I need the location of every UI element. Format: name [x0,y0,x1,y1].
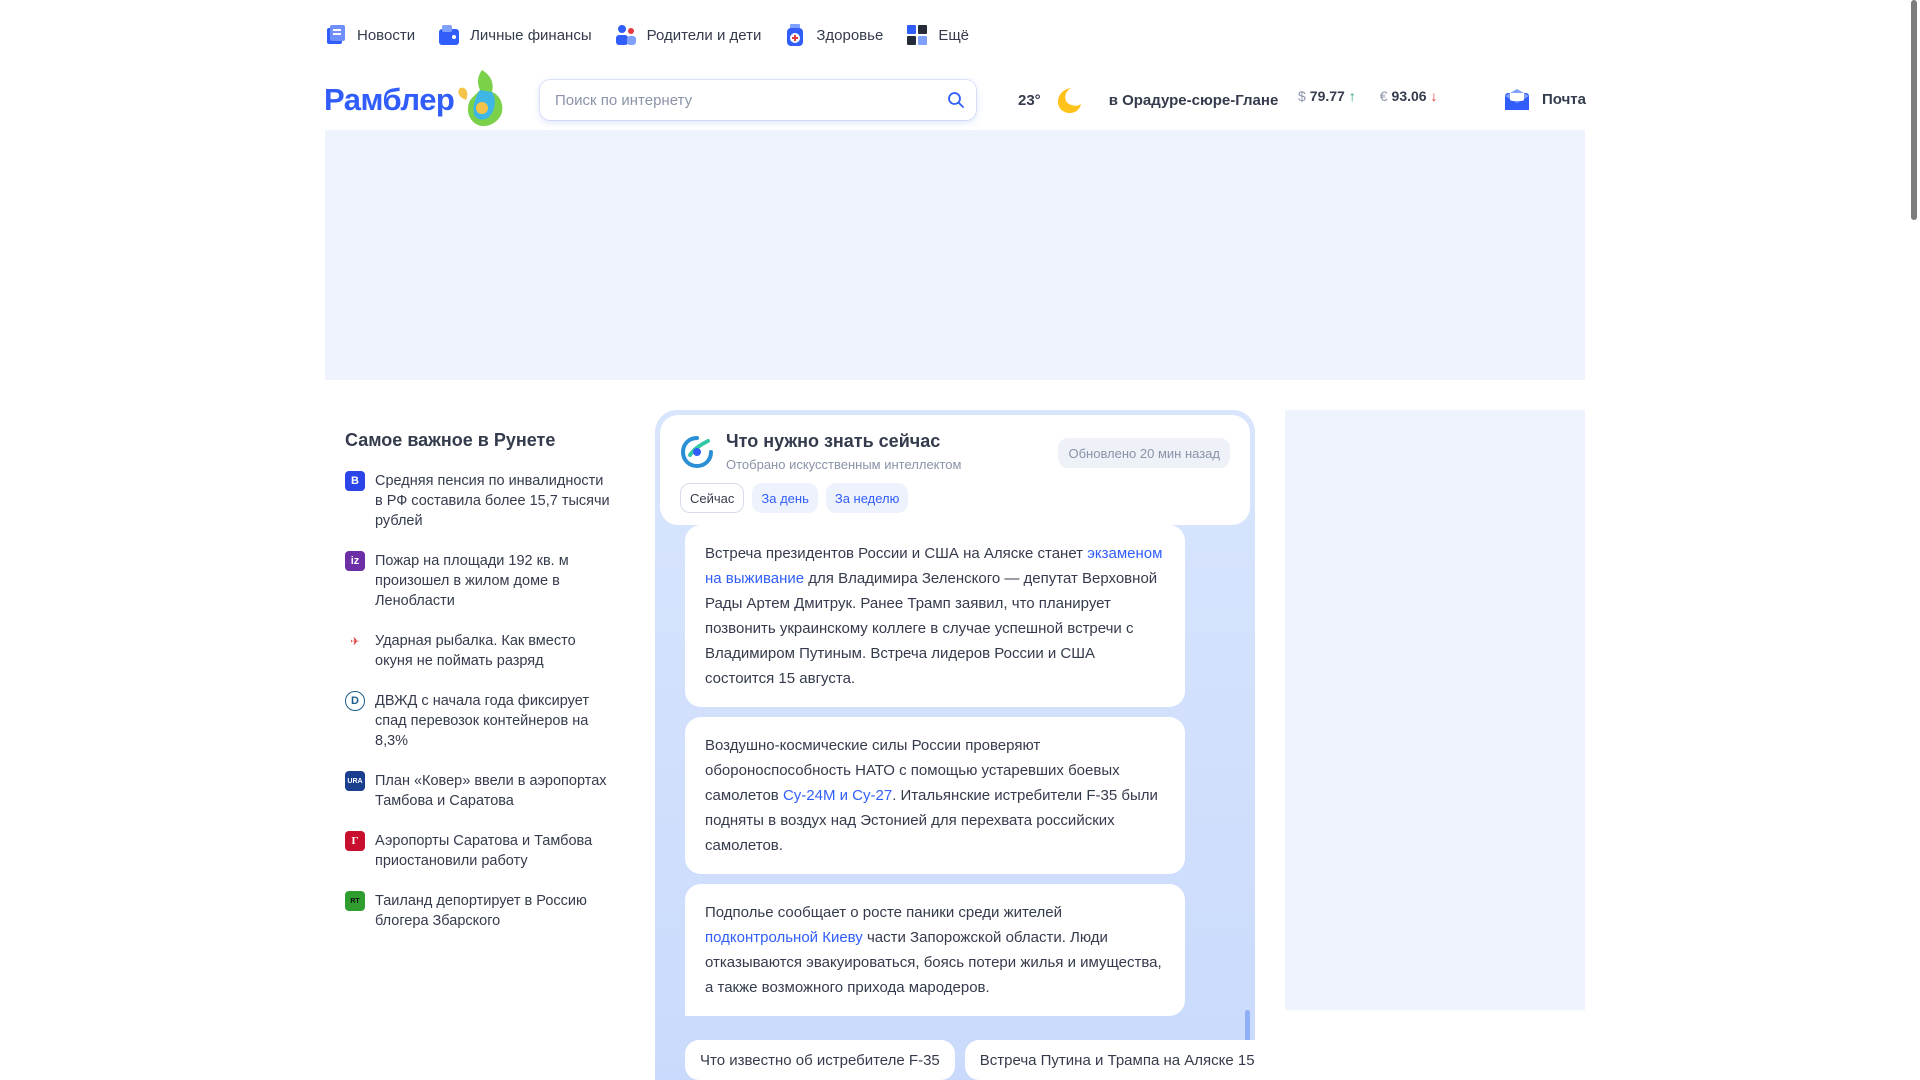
suggestion-chip[interactable]: Встреча Путина и Трампа на Аляске 15 а [964,1040,1255,1080]
arrow-up-icon: ↑ [1348,88,1356,104]
message-link[interactable]: подконтрольной Киеву [705,929,863,946]
suggestion-chips: Что известно об истребителе F-35 Встреча… [685,1040,1255,1080]
currency-rates[interactable]: $79.77 ↑ €93.06 ↓ [1298,88,1437,104]
tab-week[interactable]: За неделю [825,483,909,513]
widget-subtitle: Отобрано искусственным интеллектом [726,457,962,472]
health-icon [783,23,807,47]
logo-mascot-icon [458,70,503,127]
list-item[interactable]: URA План «Ковер» ввели в аэропортах Тамб… [345,771,615,811]
period-tabs: Сейчас За день За неделю [680,483,909,513]
nav-item-label: Ещё [938,26,970,44]
nav-item-label: Родители и дети [646,26,762,44]
tab-day[interactable]: За день [752,483,818,513]
ad-banner-right[interactable] [1285,410,1585,1010]
news-text: Пожар на площади 192 кв. м произошел в ж… [375,553,569,609]
search-box [540,80,976,120]
rate-eur: €93.06 ↓ [1379,88,1438,104]
important-news-section: Самое важное в Рунете В Средняя пенсия п… [345,430,615,951]
news-text: ДВЖД с начала года фиксирует спад перево… [375,693,589,749]
list-item[interactable]: В Средняя пенсия по инвалидности в РФ со… [345,471,615,531]
ad-banner-top[interactable] [325,130,1585,380]
message-text: Подполье сообщает о росте паники среди ж… [705,904,1062,921]
arrow-down-icon: ↓ [1430,88,1438,104]
nav-item-finance[interactable]: Личные финансы [437,23,592,47]
source-logo-icon: Г [345,831,365,851]
rambler-logo[interactable]: Рамблер [324,68,506,128]
family-icon [614,23,638,47]
nav-item-more[interactable]: Ещё [905,23,969,47]
source-logo-icon: iz [345,551,365,571]
news-text: Средняя пенсия по инвалидности в РФ сост… [375,473,610,529]
section-title: Самое важное в Рунете [345,430,556,450]
nav-item-label: Личные финансы [470,26,592,44]
message-card: Подполье сообщает о росте паники среди ж… [685,884,1185,1016]
mail-icon [1505,89,1529,110]
weather-temp: 23° [1018,91,1041,109]
mail-label: Почта [1542,90,1586,108]
news-text: Аэропорты Саратова и Тамбова приостанови… [375,833,593,869]
source-logo-icon: В [345,471,365,491]
message-text: Встреча президентов России и США на Аляс… [705,545,1088,562]
suggestion-chip[interactable]: Что известно об истребителе F-35 [685,1040,955,1080]
news-text: Ударная рыбалка. Как вместо окуня не пой… [375,633,576,669]
search-icon [948,92,964,108]
more-grid-icon [905,23,929,47]
wallet-icon [437,23,461,47]
list-item[interactable]: D ДВЖД с начала года фиксирует спад пере… [345,691,615,751]
source-logo-icon: RT [345,891,365,911]
ai-news-widget: Что нужно знать сейчас Отобрано искусств… [655,410,1255,1080]
nav-item-news[interactable]: Новости [324,23,415,47]
weather-widget[interactable]: 23° в Орадуре-сюре-Глане [1018,84,1278,116]
message-link[interactable]: Су-24М и Су-27 [783,787,892,804]
widget-title: Что нужно знать сейчас [726,431,941,451]
message-card: Воздушно-космические силы России проверя… [685,717,1185,874]
weather-city: в Орадуре-сюре-Глане [1108,91,1279,109]
source-logo-icon: URA [345,771,365,791]
list-item[interactable]: ✈ Ударная рыбалка. Как вместо окуня не п… [345,631,615,671]
message-text: для Владимира Зеленского — депутат Верхо… [705,570,1158,687]
logo-text: Рамблер [324,82,455,117]
list-item[interactable]: Г Аэропорты Саратова и Тамбова приостано… [345,831,615,871]
nav-item-label: Новости [357,26,416,44]
search-input[interactable] [555,91,940,109]
source-logo-icon: D [345,691,365,711]
tab-now[interactable]: Сейчас [680,483,745,513]
message-card: Встреча президентов России и США на Аляс… [685,525,1185,707]
nav-item-label: Здоровье [816,26,884,44]
search-button[interactable] [940,84,972,116]
page-scrollbar[interactable] [1911,0,1917,220]
top-nav: Новости Личные финансы Родители и дети З… [324,20,969,50]
widget-scrollbar[interactable] [1245,1010,1250,1042]
nav-item-family[interactable]: Родители и дети [614,23,762,47]
list-item[interactable]: iz Пожар на площади 192 кв. м произошел … [345,551,615,611]
widget-header: Что нужно знать сейчас Отобрано искусств… [660,415,1250,525]
mail-link[interactable]: Почта [1504,86,1586,112]
news-text: Таиланд депортирует в Россию блогера Зба… [375,893,587,929]
updated-badge: Обновлено 20 мин назад [1058,438,1230,468]
news-icon [324,23,348,47]
rate-usd: $79.77 ↑ [1298,88,1356,104]
source-logo-icon: ✈ [345,631,365,651]
news-text: План «Ковер» ввели в аэропортах Тамбова … [375,773,607,809]
list-item[interactable]: RT Таиланд депортирует в Россию блогера … [345,891,615,931]
moon-icon [1057,88,1081,113]
nav-item-health[interactable]: Здоровье [783,23,883,47]
ai-logo-icon [680,436,713,469]
messages-list: Встреча президентов России и США на Аляс… [685,525,1185,1026]
